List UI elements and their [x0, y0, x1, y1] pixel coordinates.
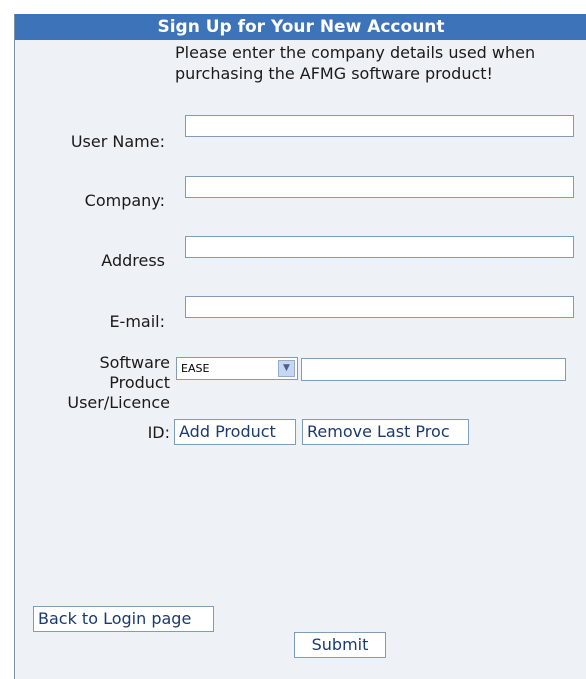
product-label-line1: Software	[99, 353, 170, 372]
product-label-line4: ID:	[147, 423, 170, 442]
intro-text: Please enter the company details used wh…	[175, 43, 536, 83]
username-label: User Name:	[70, 132, 165, 151]
submit-button[interactable]: Submit	[294, 632, 386, 658]
add-product-button[interactable]: Add Product	[174, 419, 296, 445]
product-select[interactable]: EASE ▼	[176, 357, 298, 380]
remove-last-product-button[interactable]: Remove Last Proc	[302, 419, 469, 445]
company-label: Company:	[84, 191, 165, 210]
address-input[interactable]	[185, 236, 574, 258]
back-to-login-button[interactable]: Back to Login page	[33, 606, 214, 632]
chevron-down-icon[interactable]: ▼	[278, 360, 295, 377]
product-label-line3: User/Licence	[67, 393, 170, 412]
username-input[interactable]	[185, 115, 574, 137]
product-label-line2: Product	[109, 373, 170, 392]
email-label: E-mail:	[109, 312, 165, 331]
form-title: Sign Up for Your New Account	[15, 14, 586, 40]
email-input[interactable]	[185, 296, 574, 318]
licence-id-input[interactable]	[301, 358, 566, 381]
product-select-value: EASE	[181, 362, 210, 375]
signup-panel: Sign Up for Your New Account Please ente…	[14, 14, 586, 679]
address-label: Address	[101, 251, 165, 270]
company-input[interactable]	[185, 176, 574, 198]
